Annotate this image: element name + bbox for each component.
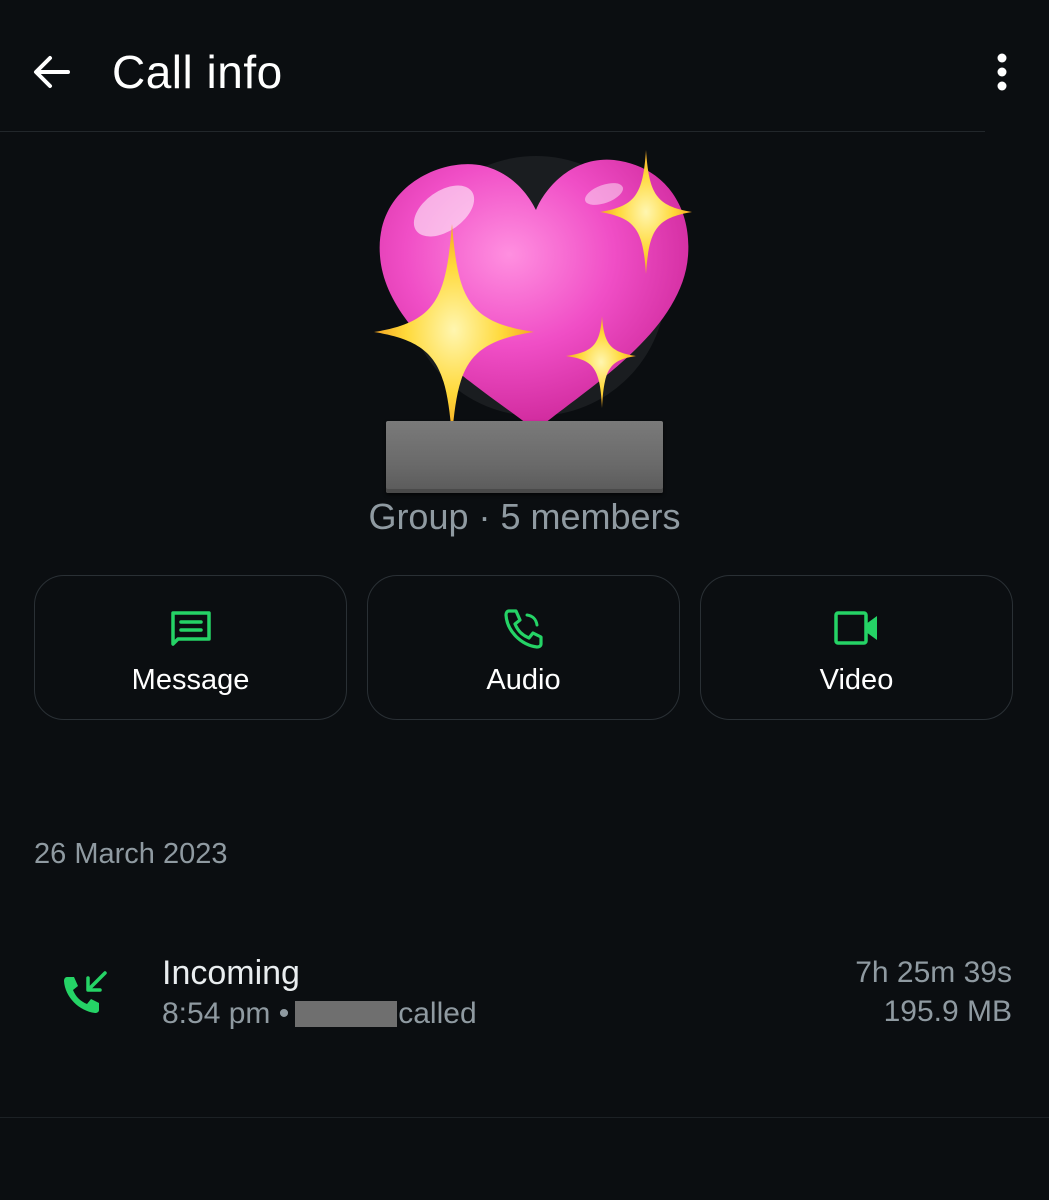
more-options-button[interactable] — [978, 48, 1026, 96]
back-button[interactable] — [28, 48, 76, 96]
call-log-row[interactable]: Incoming 8:54 pm • called 7h 25m 39s 195… — [0, 940, 1049, 1050]
video-call-button[interactable]: Video — [700, 575, 1013, 720]
call-data-used: 195.9 MB — [883, 995, 1012, 1028]
call-date-header: 26 March 2023 — [34, 838, 228, 870]
call-info-screen: Call info Group · 5 members Message Audi… — [0, 0, 1049, 1200]
phone-icon — [500, 606, 548, 650]
message-button[interactable]: Message — [34, 575, 347, 720]
action-buttons: Message Audio Video — [34, 575, 1016, 722]
sparkling-heart-icon — [374, 150, 692, 436]
message-button-label: Message — [131, 664, 250, 696]
call-meta: 8:54 pm • called — [162, 995, 477, 1033]
called-text: called — [398, 997, 477, 1030]
header-divider — [0, 131, 985, 132]
redacted-group-name — [386, 421, 663, 493]
video-button-label: Video — [819, 664, 894, 696]
page-title: Call info — [112, 46, 283, 98]
call-time: 8:54 pm • — [162, 997, 290, 1030]
more-vertical-icon — [997, 53, 1007, 91]
video-icon — [833, 606, 881, 650]
audio-button-label: Audio — [486, 664, 561, 696]
call-duration: 7h 25m 39s — [855, 956, 1012, 989]
call-direction-label: Incoming — [162, 954, 300, 992]
audio-call-button[interactable]: Audio — [367, 575, 680, 720]
message-icon — [167, 606, 215, 650]
incoming-call-icon — [60, 968, 112, 1020]
list-divider — [0, 1117, 1049, 1118]
group-avatar[interactable] — [374, 146, 694, 436]
redacted-caller-name — [295, 1001, 398, 1027]
arrow-left-icon — [34, 56, 70, 88]
group-subtitle: Group · 5 members — [368, 496, 681, 537]
app-header: Call info — [0, 0, 1049, 132]
